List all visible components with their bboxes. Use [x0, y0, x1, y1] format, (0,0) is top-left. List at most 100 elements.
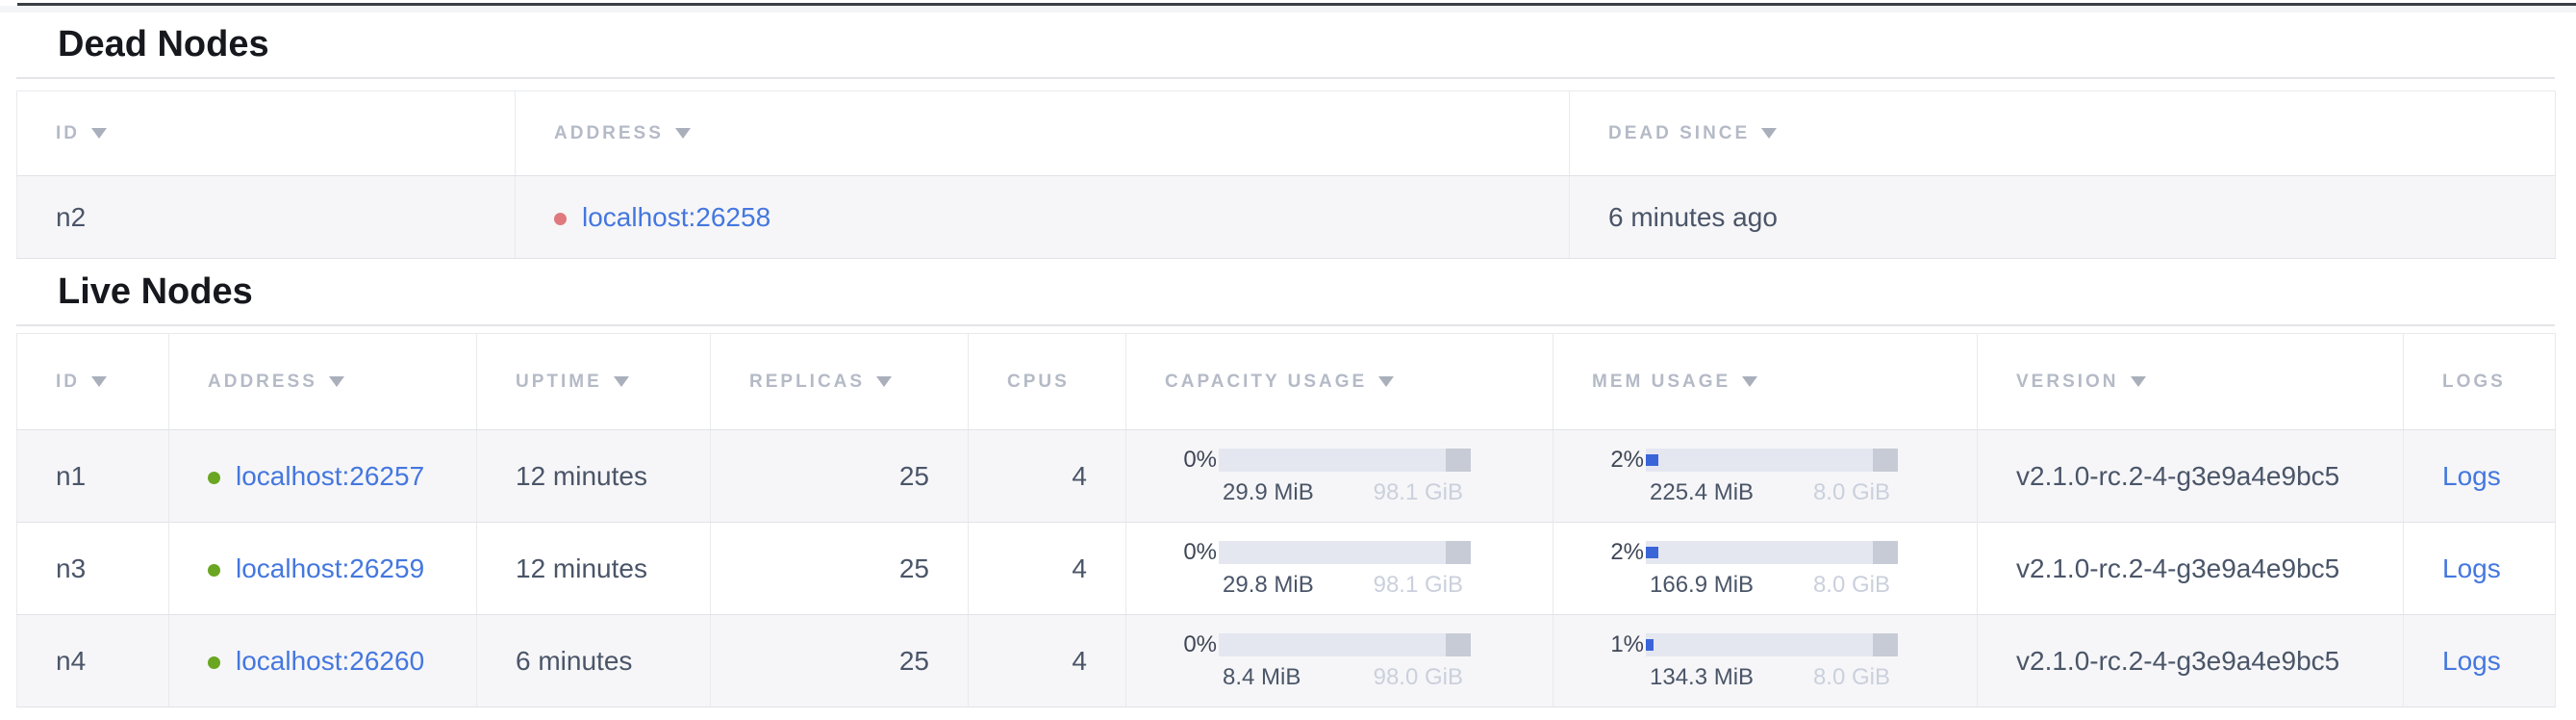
mem-usage-cell: 1% 134.3 MiB 8.0 GiB [1553, 615, 1978, 707]
dead-nodes-header-row: ID ADDRESS DEAD SINCE [17, 91, 2556, 176]
bar-fill [1646, 454, 1658, 466]
mem-percent-label: 2% [1600, 539, 1644, 566]
dead-status-dot-icon [554, 213, 567, 225]
logs-link[interactable]: Logs [2442, 461, 2501, 491]
dead-nodes-title: Dead Nodes [58, 24, 269, 65]
live-node-row: n3 localhost:26259 12 minutes 25 4 0% 29… [17, 523, 2556, 615]
live-status-dot-icon [208, 656, 220, 669]
logs-cell: Logs [2404, 615, 2556, 707]
node-id-cell: n2 [17, 176, 516, 259]
mem-usage-cell: 2% 166.9 MiB 8.0 GiB [1553, 523, 1978, 615]
node-address-cell: localhost:26260 [169, 615, 477, 707]
node-id-cell: n4 [17, 615, 169, 707]
mem-usage-bar [1646, 541, 1898, 564]
uptime-cell: 6 minutes [477, 615, 711, 707]
node-address-link[interactable]: localhost:26258 [582, 202, 770, 232]
capacity-used-value: 8.4 MiB [1223, 664, 1301, 691]
version-cell: v2.1.0-rc.2-4-g3e9a4e9bc5 [1978, 615, 2404, 707]
bar-endcap [1873, 633, 1898, 656]
dead-column-header-address[interactable]: ADDRESS [516, 91, 1570, 176]
replicas-cell: 25 [711, 523, 969, 615]
node-address-cell: localhost:26257 [169, 430, 477, 523]
cpus-cell: 4 [969, 430, 1126, 523]
replicas-cell: 25 [711, 615, 969, 707]
mem-usage-bar [1646, 633, 1898, 656]
dead-node-row: n2 localhost:26258 6 minutes ago [17, 176, 2556, 259]
mem-percent-label: 2% [1600, 447, 1644, 474]
node-address-cell: localhost:26259 [169, 523, 477, 615]
capacity-total-value: 98.1 GiB [1374, 479, 1463, 506]
bar-endcap [1446, 633, 1471, 656]
capacity-percent-label: 0% [1173, 447, 1217, 474]
column-label: VERSION [2016, 372, 2119, 392]
live-column-header-address[interactable]: ADDRESS [169, 334, 477, 430]
sort-arrow-icon [1742, 376, 1757, 387]
node-address-link[interactable]: localhost:26257 [236, 461, 424, 491]
dead-column-header-id[interactable]: ID [17, 91, 516, 176]
node-address-link[interactable]: localhost:26260 [236, 646, 424, 676]
live-node-row: n1 localhost:26257 12 minutes 25 4 0% 29… [17, 430, 2556, 523]
sort-arrow-icon [675, 128, 691, 139]
column-label: MEM USAGE [1592, 372, 1730, 392]
live-column-header-cpus: CPUS [969, 334, 1126, 430]
sort-arrow-icon [91, 376, 107, 387]
live-column-header-logs: LOGS [2404, 334, 2556, 430]
bar-fill [1646, 639, 1654, 651]
uptime-cell: 12 minutes [477, 523, 711, 615]
capacity-total-value: 98.1 GiB [1374, 572, 1463, 599]
mem-usage-cell: 2% 225.4 MiB 8.0 GiB [1553, 430, 1978, 523]
live-status-dot-icon [208, 564, 220, 577]
uptime-cell: 12 minutes [477, 430, 711, 523]
live-nodes-table: ID ADDRESS UPTIME REPLICAS CPUS CAPACITY… [16, 333, 2556, 707]
column-label: ADDRESS [554, 123, 664, 143]
sort-arrow-icon [91, 128, 107, 139]
mem-usage-bar [1646, 449, 1898, 472]
live-nodes-header-row: ID ADDRESS UPTIME REPLICAS CPUS CAPACITY… [17, 334, 2556, 430]
column-label: CAPACITY USAGE [1165, 372, 1367, 392]
logs-link[interactable]: Logs [2442, 646, 2501, 676]
capacity-usage-cell: 0% 29.9 MiB 98.1 GiB [1126, 430, 1553, 523]
column-label: LOGS [2442, 372, 2506, 392]
mem-total-value: 8.0 GiB [1813, 572, 1890, 599]
dead-column-header-dead-since[interactable]: DEAD SINCE [1570, 91, 2556, 176]
bar-endcap [1446, 449, 1471, 472]
dead-nodes-table: ID ADDRESS DEAD SINCE n2 localhost:26258… [16, 90, 2556, 259]
nodes-overview-card: Dead Nodes ID ADDRESS DEAD SINCE n2 loca… [16, 13, 2555, 707]
column-label: ID [56, 372, 80, 392]
column-label: CPUS [1007, 372, 1070, 392]
live-column-header-capacity-usage[interactable]: CAPACITY USAGE [1126, 334, 1553, 430]
mem-used-value: 134.3 MiB [1650, 664, 1754, 691]
sort-arrow-icon [329, 376, 344, 387]
version-cell: v2.1.0-rc.2-4-g3e9a4e9bc5 [1978, 523, 2404, 615]
column-label: DEAD SINCE [1608, 123, 1750, 143]
node-address-cell: localhost:26258 [516, 176, 1570, 259]
version-cell: v2.1.0-rc.2-4-g3e9a4e9bc5 [1978, 430, 2404, 523]
capacity-usage-bar [1219, 541, 1471, 564]
cpus-cell: 4 [969, 615, 1126, 707]
capacity-usage-cell: 0% 29.8 MiB 98.1 GiB [1126, 523, 1553, 615]
capacity-usage-bar [1219, 449, 1471, 472]
capacity-used-value: 29.9 MiB [1223, 479, 1314, 506]
live-column-header-replicas[interactable]: REPLICAS [711, 334, 969, 430]
column-label: ADDRESS [208, 372, 317, 392]
live-column-header-mem-usage[interactable]: MEM USAGE [1553, 334, 1978, 430]
live-column-header-uptime[interactable]: UPTIME [477, 334, 711, 430]
bar-endcap [1873, 449, 1898, 472]
dead-nodes-heading: Dead Nodes [16, 13, 2555, 79]
live-column-header-version[interactable]: VERSION [1978, 334, 2404, 430]
sort-arrow-icon [876, 376, 892, 387]
column-label: REPLICAS [749, 372, 865, 392]
node-address-link[interactable]: localhost:26259 [236, 553, 424, 583]
node-id-cell: n1 [17, 430, 169, 523]
capacity-percent-label: 0% [1173, 539, 1217, 566]
replicas-cell: 25 [711, 430, 969, 523]
mem-total-value: 8.0 GiB [1813, 479, 1890, 506]
bar-fill [1646, 547, 1658, 558]
live-column-header-id[interactable]: ID [17, 334, 169, 430]
column-label: UPTIME [516, 372, 602, 392]
logs-cell: Logs [2404, 430, 2556, 523]
capacity-usage-bar [1219, 633, 1471, 656]
logs-link[interactable]: Logs [2442, 553, 2501, 583]
sort-arrow-icon [1378, 376, 1394, 387]
capacity-percent-label: 0% [1173, 631, 1217, 658]
